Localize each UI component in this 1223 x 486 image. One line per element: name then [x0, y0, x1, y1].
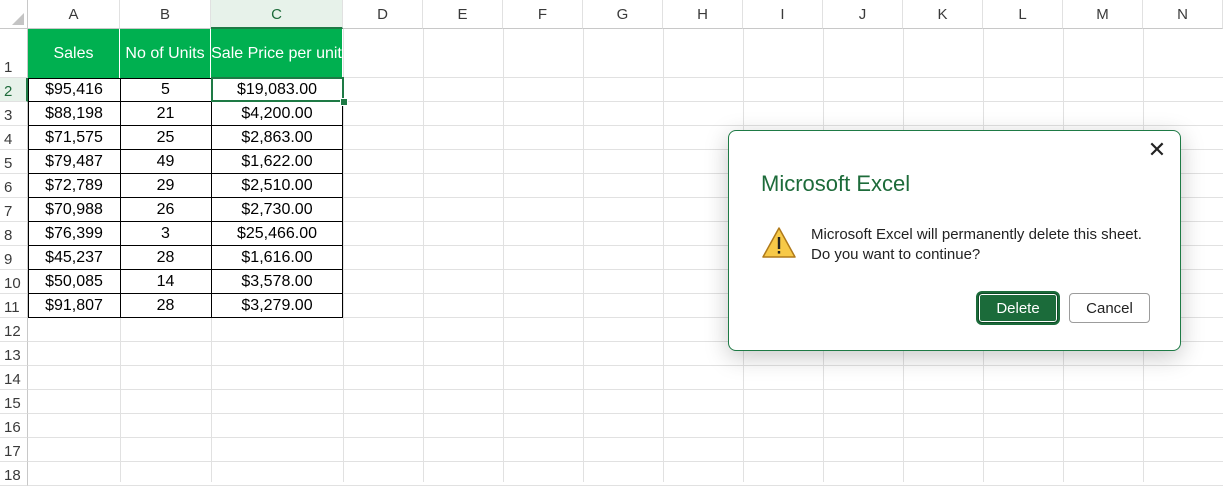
row-header-10[interactable]: 10 — [0, 270, 28, 294]
cell-sales[interactable]: $70,988 — [28, 198, 120, 222]
cell-units[interactable]: 26 — [120, 198, 211, 222]
row-header-12[interactable]: 12 — [0, 318, 28, 342]
table-border-horizontal — [28, 245, 343, 246]
column-header-f[interactable]: F — [503, 0, 583, 29]
cell-price[interactable]: $3,578.00 — [211, 270, 343, 294]
cell-price[interactable]: $2,730.00 — [211, 198, 343, 222]
gridline-vertical — [343, 29, 344, 482]
cell-sales[interactable]: $72,789 — [28, 174, 120, 198]
cell-units[interactable]: 29 — [120, 174, 211, 198]
fill-handle[interactable] — [340, 98, 348, 106]
row-header-4[interactable]: 4 — [0, 126, 28, 150]
row-header-3[interactable]: 3 — [0, 102, 28, 126]
table-border-horizontal — [28, 101, 343, 102]
cell-sales[interactable]: $76,399 — [28, 222, 120, 246]
cell-units[interactable]: 28 — [120, 246, 211, 270]
dialog-title: Microsoft Excel — [761, 171, 911, 196]
gridline-vertical — [583, 29, 584, 482]
cell-sales[interactable]: $91,807 — [28, 294, 120, 318]
cell-price[interactable]: $3,279.00 — [211, 294, 343, 318]
table-border-horizontal — [28, 293, 343, 294]
cell-units[interactable]: 49 — [120, 150, 211, 174]
row-header-11[interactable]: 11 — [0, 294, 28, 318]
table-border-horizontal — [28, 197, 343, 198]
gridline-vertical — [663, 29, 664, 482]
delete-sheet-dialog: ✕ Microsoft Excel Microsoft Excel will p… — [728, 130, 1181, 351]
row-header-6[interactable]: 6 — [0, 174, 28, 198]
row-header-1[interactable]: 1 — [0, 29, 28, 78]
cell-price[interactable]: $2,510.00 — [211, 174, 343, 198]
gridline-horizontal — [28, 437, 1223, 438]
cell-sales[interactable]: $95,416 — [28, 78, 120, 102]
table-border-horizontal — [28, 269, 343, 270]
table-border-horizontal — [28, 149, 343, 150]
cell-price[interactable]: $2,863.00 — [211, 126, 343, 150]
cell-units[interactable]: 28 — [120, 294, 211, 318]
cell-price[interactable]: $25,466.00 — [211, 222, 343, 246]
delete-button[interactable]: Delete — [978, 293, 1058, 323]
column-header-h[interactable]: H — [663, 0, 743, 29]
gridline-horizontal — [28, 389, 1223, 390]
column-header-l[interactable]: L — [983, 0, 1063, 29]
cell-units[interactable]: 3 — [120, 222, 211, 246]
cell-units[interactable]: 25 — [120, 126, 211, 150]
table-border-horizontal — [28, 125, 343, 126]
row-header-8[interactable]: 8 — [0, 222, 28, 246]
row-header-7[interactable]: 7 — [0, 198, 28, 222]
cell-sales[interactable]: $79,487 — [28, 150, 120, 174]
cell-sales[interactable]: $71,575 — [28, 126, 120, 150]
column-header-i[interactable]: I — [743, 0, 823, 29]
table-border-horizontal — [28, 173, 343, 174]
cell-units[interactable]: 21 — [120, 102, 211, 126]
cell-sales[interactable]: $50,085 — [28, 270, 120, 294]
column-header-d[interactable]: D — [343, 0, 423, 29]
column-header-k[interactable]: K — [903, 0, 983, 29]
row-header-18[interactable]: 18 — [0, 462, 28, 486]
cell-sales[interactable]: $45,237 — [28, 246, 120, 270]
row-header-2[interactable]: 2 — [0, 78, 28, 102]
column-header-n[interactable]: N — [1143, 0, 1223, 29]
select-all-corner[interactable] — [0, 0, 28, 29]
gridline-horizontal — [28, 413, 1223, 414]
gridline-horizontal — [28, 365, 1223, 366]
row-header-17[interactable]: 17 — [0, 438, 28, 462]
column-header-a[interactable]: A — [28, 0, 120, 29]
cell-sales[interactable]: $88,198 — [28, 102, 120, 126]
row-header-15[interactable]: 15 — [0, 390, 28, 414]
gridline-vertical — [503, 29, 504, 482]
cell-units[interactable]: 14 — [120, 270, 211, 294]
column-header-m[interactable]: M — [1063, 0, 1143, 29]
header-sale-price-per-unit[interactable]: Sale Price per unit — [211, 29, 343, 78]
table-border-vertical — [120, 78, 121, 318]
row-header-14[interactable]: 14 — [0, 366, 28, 390]
column-header-g[interactable]: G — [583, 0, 663, 29]
column-header-e[interactable]: E — [423, 0, 503, 29]
table-border-vertical — [211, 78, 212, 318]
column-header-b[interactable]: B — [120, 0, 211, 29]
warning-icon — [762, 227, 796, 258]
column-header-j[interactable]: J — [823, 0, 903, 29]
gridline-vertical — [423, 29, 424, 482]
row-header-13[interactable]: 13 — [0, 342, 28, 366]
cancel-button[interactable]: Cancel — [1069, 293, 1150, 323]
table-border-horizontal — [28, 221, 343, 222]
close-icon[interactable]: ✕ — [1146, 139, 1168, 161]
cell-price[interactable]: $1,616.00 — [211, 246, 343, 270]
gridline-horizontal — [28, 461, 1223, 462]
cell-price[interactable]: $4,200.00 — [211, 102, 343, 126]
row-header-9[interactable]: 9 — [0, 246, 28, 270]
cell-price[interactable]: $19,083.00 — [211, 78, 343, 102]
dialog-message-line1: Microsoft Excel will permanently delete … — [811, 226, 1142, 243]
cell-units[interactable]: 5 — [120, 78, 211, 102]
column-header-c[interactable]: C — [211, 0, 343, 29]
header-sales[interactable]: Sales — [28, 29, 120, 78]
cell-price[interactable]: $1,622.00 — [211, 150, 343, 174]
header-no-of-units[interactable]: No of Units — [120, 29, 211, 78]
dialog-message: Microsoft Excel will permanently delete … — [811, 225, 1142, 265]
row-header-16[interactable]: 16 — [0, 414, 28, 438]
row-header-5[interactable]: 5 — [0, 150, 28, 174]
dialog-message-line2: Do you want to continue? — [811, 246, 981, 263]
